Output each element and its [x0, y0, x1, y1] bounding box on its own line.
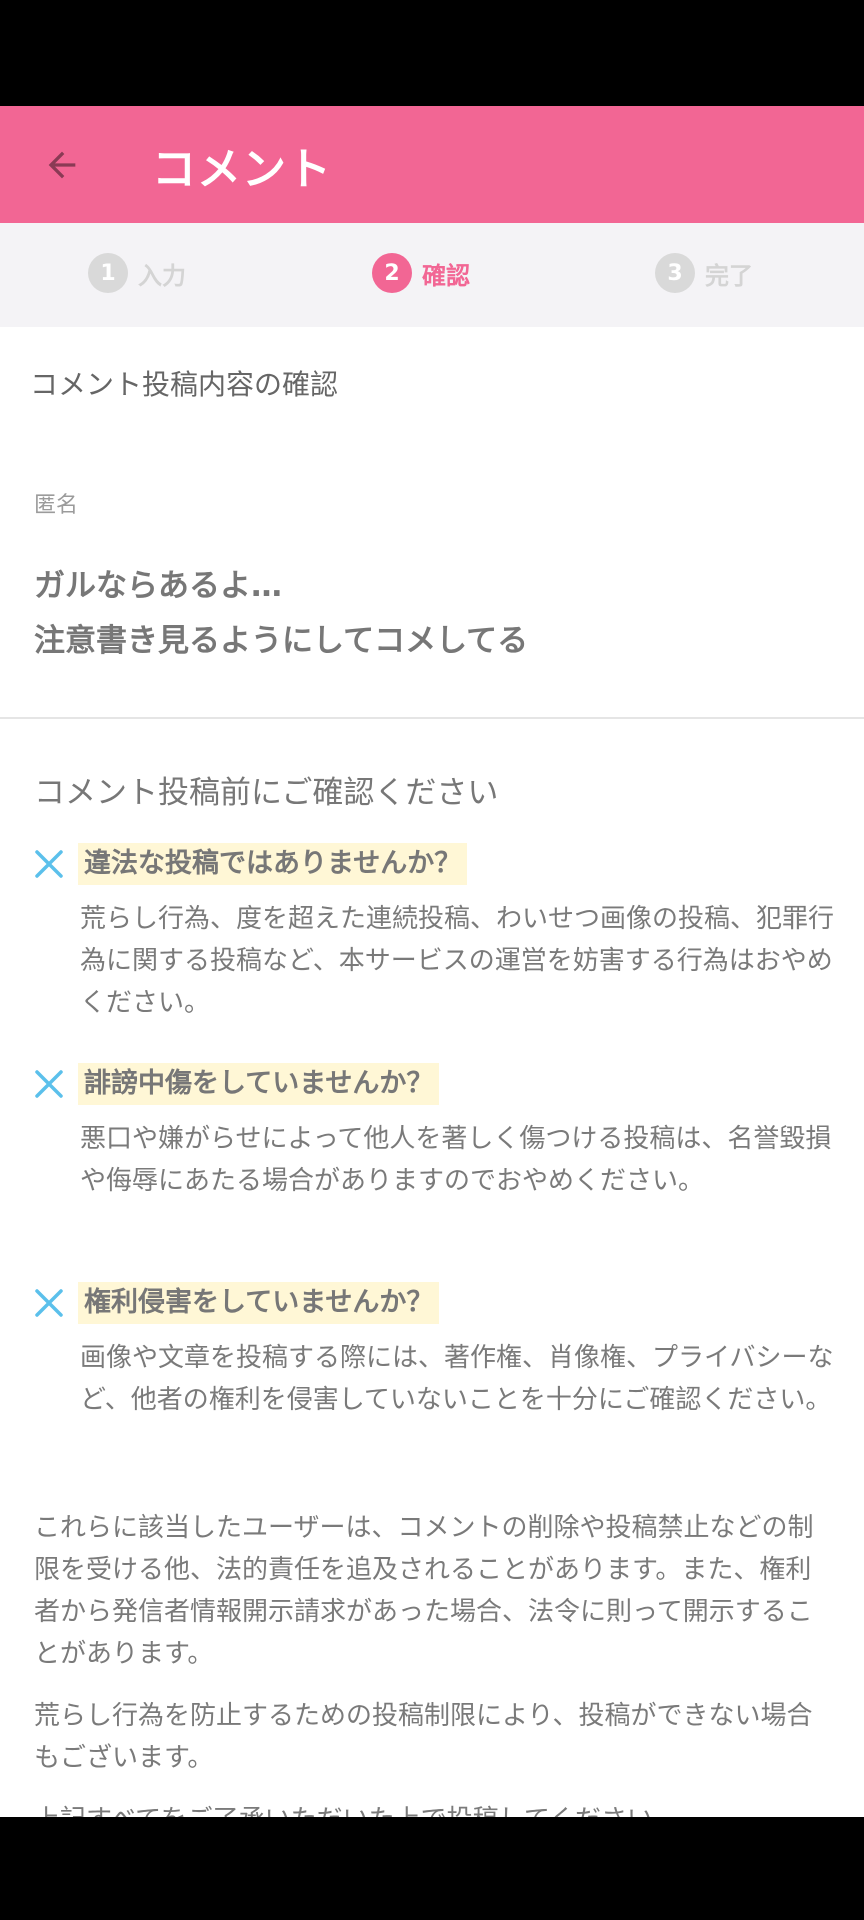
- restriction-note: 荒らし行為を防止するための投稿制限により、投稿ができない場合もございます。: [34, 1701, 813, 1773]
- rule-text: 悪口や嫌がらせによって他人を著しく傷つける投稿は、名誉毀損や侮辱にあたる場合があ…: [80, 1124, 832, 1196]
- content-scroll[interactable]: コメント投稿内容の確認 匿名 ガルならあるよ… 注意書き見るようにしてコメしてる…: [0, 327, 864, 1817]
- stepper: 1 入力 2 確認 3 完了: [0, 223, 864, 327]
- x-icon: [34, 849, 64, 879]
- back-button[interactable]: [30, 133, 94, 197]
- step-number: 1: [88, 253, 128, 293]
- step-label: 確認: [422, 261, 470, 290]
- step-input: 1 入力: [88, 253, 186, 293]
- rule-title: 誹謗中傷をしていませんか？: [78, 1063, 440, 1105]
- step-number: 2: [372, 253, 412, 293]
- rule-defamation: 誹謗中傷をしていませんか？ 悪口や嫌がらせによって他人を著しく傷つける投稿は、名…: [34, 1062, 834, 1202]
- divider: [0, 717, 864, 719]
- section-title: コメント投稿内容の確認: [30, 368, 339, 401]
- warning-note: これらに該当したユーザーは、コメントの削除や投稿禁止などの制限を受ける他、法的責…: [34, 1513, 814, 1669]
- navigation-bar: [0, 1817, 864, 1920]
- x-icon: [34, 1069, 64, 1099]
- step-label: 完了: [705, 261, 753, 290]
- agreement-note: 上記すべてをご了承いただいた上で投稿してください。: [34, 1799, 834, 1817]
- step-number: 3: [655, 253, 695, 293]
- author-name: 匿名: [34, 493, 79, 518]
- rule-illegal: 違法な投稿ではありませんか？ 荒らし行為、度を超えた連続投稿、わいせつ画像の投稿…: [34, 842, 834, 1024]
- x-icon: [34, 1288, 64, 1318]
- app-bar: コメント: [0, 106, 864, 223]
- status-bar: [0, 0, 864, 106]
- page-title: コメント: [152, 143, 332, 195]
- rule-text: 画像や文章を投稿する際には、著作権、肖像権、プライバシーなど、他者の権利を侵害し…: [80, 1343, 834, 1415]
- rule-title: 違法な投稿ではありませんか？: [78, 843, 468, 885]
- rule-infringement: 権利侵害をしていませんか？ 画像や文章を投稿する際には、著作権、肖像権、プライバ…: [34, 1281, 834, 1421]
- arrow-left-icon: [48, 151, 76, 178]
- step-complete: 3 完了: [655, 253, 753, 293]
- step-confirm: 2 確認: [372, 253, 470, 293]
- checks-title: コメント投稿前にご確認ください: [34, 775, 499, 811]
- comment-body: ガルならあるよ… 注意書き見るようにしてコメしてる: [34, 568, 529, 659]
- rule-title: 権利侵害をしていませんか？: [78, 1282, 440, 1324]
- step-label: 入力: [138, 261, 186, 290]
- rule-text: 荒らし行為、度を超えた連続投稿、わいせつ画像の投稿、犯罪行為に関する投稿など、本…: [80, 904, 835, 1018]
